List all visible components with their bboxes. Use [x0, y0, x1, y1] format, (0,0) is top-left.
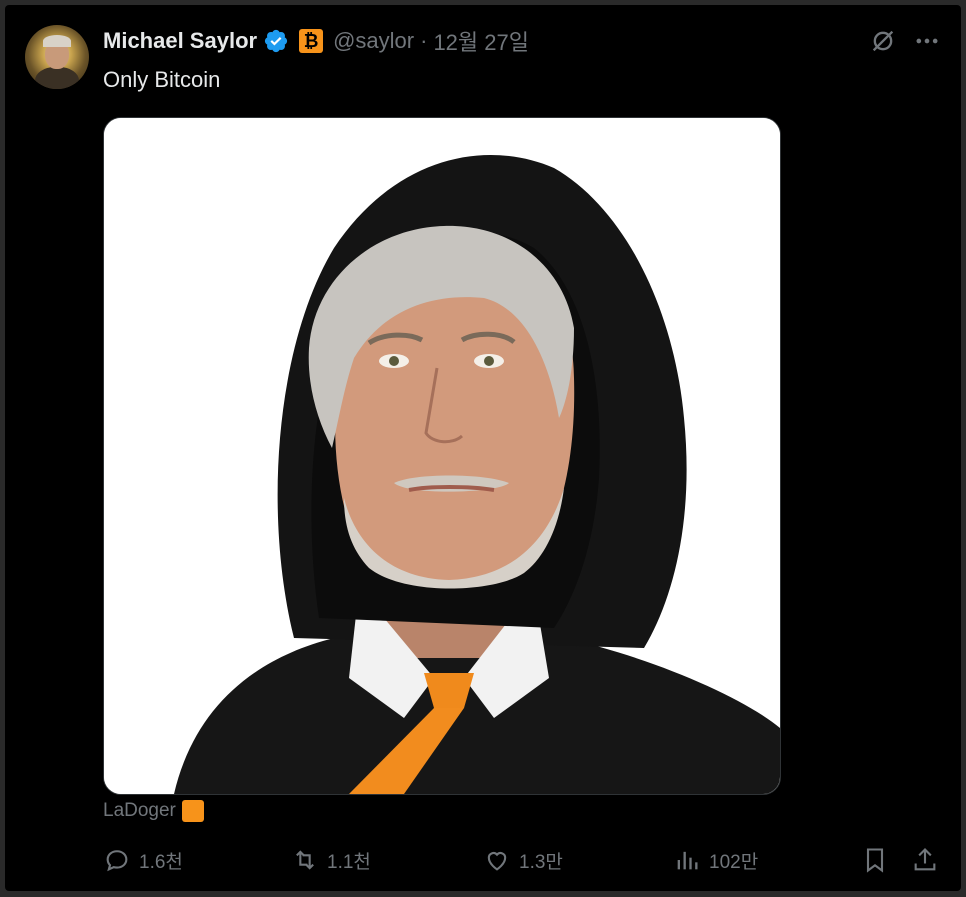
view-count: 102만 [709, 851, 759, 873]
tweet-actions-bar: 1.6천 1.1천 1.3만 102만 [103, 843, 943, 877]
header-separator: · [420, 28, 428, 53]
avatar-hair [43, 35, 71, 47]
tweet-header: Michael Saylor ₿ @saylor · 12월 27일 [103, 27, 529, 55]
retweet-button[interactable]: 1.1천 [291, 843, 371, 877]
author-name[interactable]: Michael Saylor [103, 28, 257, 54]
bitcoin-badge[interactable]: ₿ [299, 29, 324, 53]
grok-icon[interactable] [869, 27, 897, 55]
avatar-body [35, 67, 79, 89]
media-credit-name[interactable]: LaDoger [103, 800, 176, 822]
share-button[interactable] [911, 843, 939, 877]
retweet-count: 1.1천 [327, 851, 371, 873]
tweet-timestamp[interactable]: 12월 27일 [433, 25, 529, 57]
bookmark-icon [866, 848, 884, 873]
reply-button[interactable]: 1.6천 [103, 843, 183, 877]
like-count: 1.3만 [519, 851, 563, 873]
tweet-text: Only Bitcoin [103, 67, 221, 92]
views-icon [677, 851, 698, 870]
portrait-illustration [104, 118, 780, 794]
tweet-card: Michael Saylor ₿ @saylor · 12월 27일 Only … [5, 5, 961, 891]
like-button[interactable]: 1.3만 [483, 843, 563, 877]
reply-icon [106, 850, 128, 872]
bookmark-button[interactable] [861, 843, 889, 877]
retweet-icon [296, 850, 314, 870]
views-button[interactable]: 102만 [673, 843, 758, 877]
tweet-media-image[interactable] [103, 117, 781, 795]
share-icon [914, 848, 936, 871]
tweet-top-actions [869, 27, 941, 55]
verified-badge-icon[interactable] [263, 28, 289, 54]
reply-count: 1.6천 [139, 851, 183, 873]
author-handle[interactable]: @saylor [333, 28, 414, 54]
like-icon [487, 852, 507, 871]
orange-square-emoji [181, 800, 204, 822]
avatar[interactable] [25, 25, 89, 89]
media-credit: LaDoger [103, 800, 204, 822]
more-icon[interactable] [913, 27, 941, 55]
